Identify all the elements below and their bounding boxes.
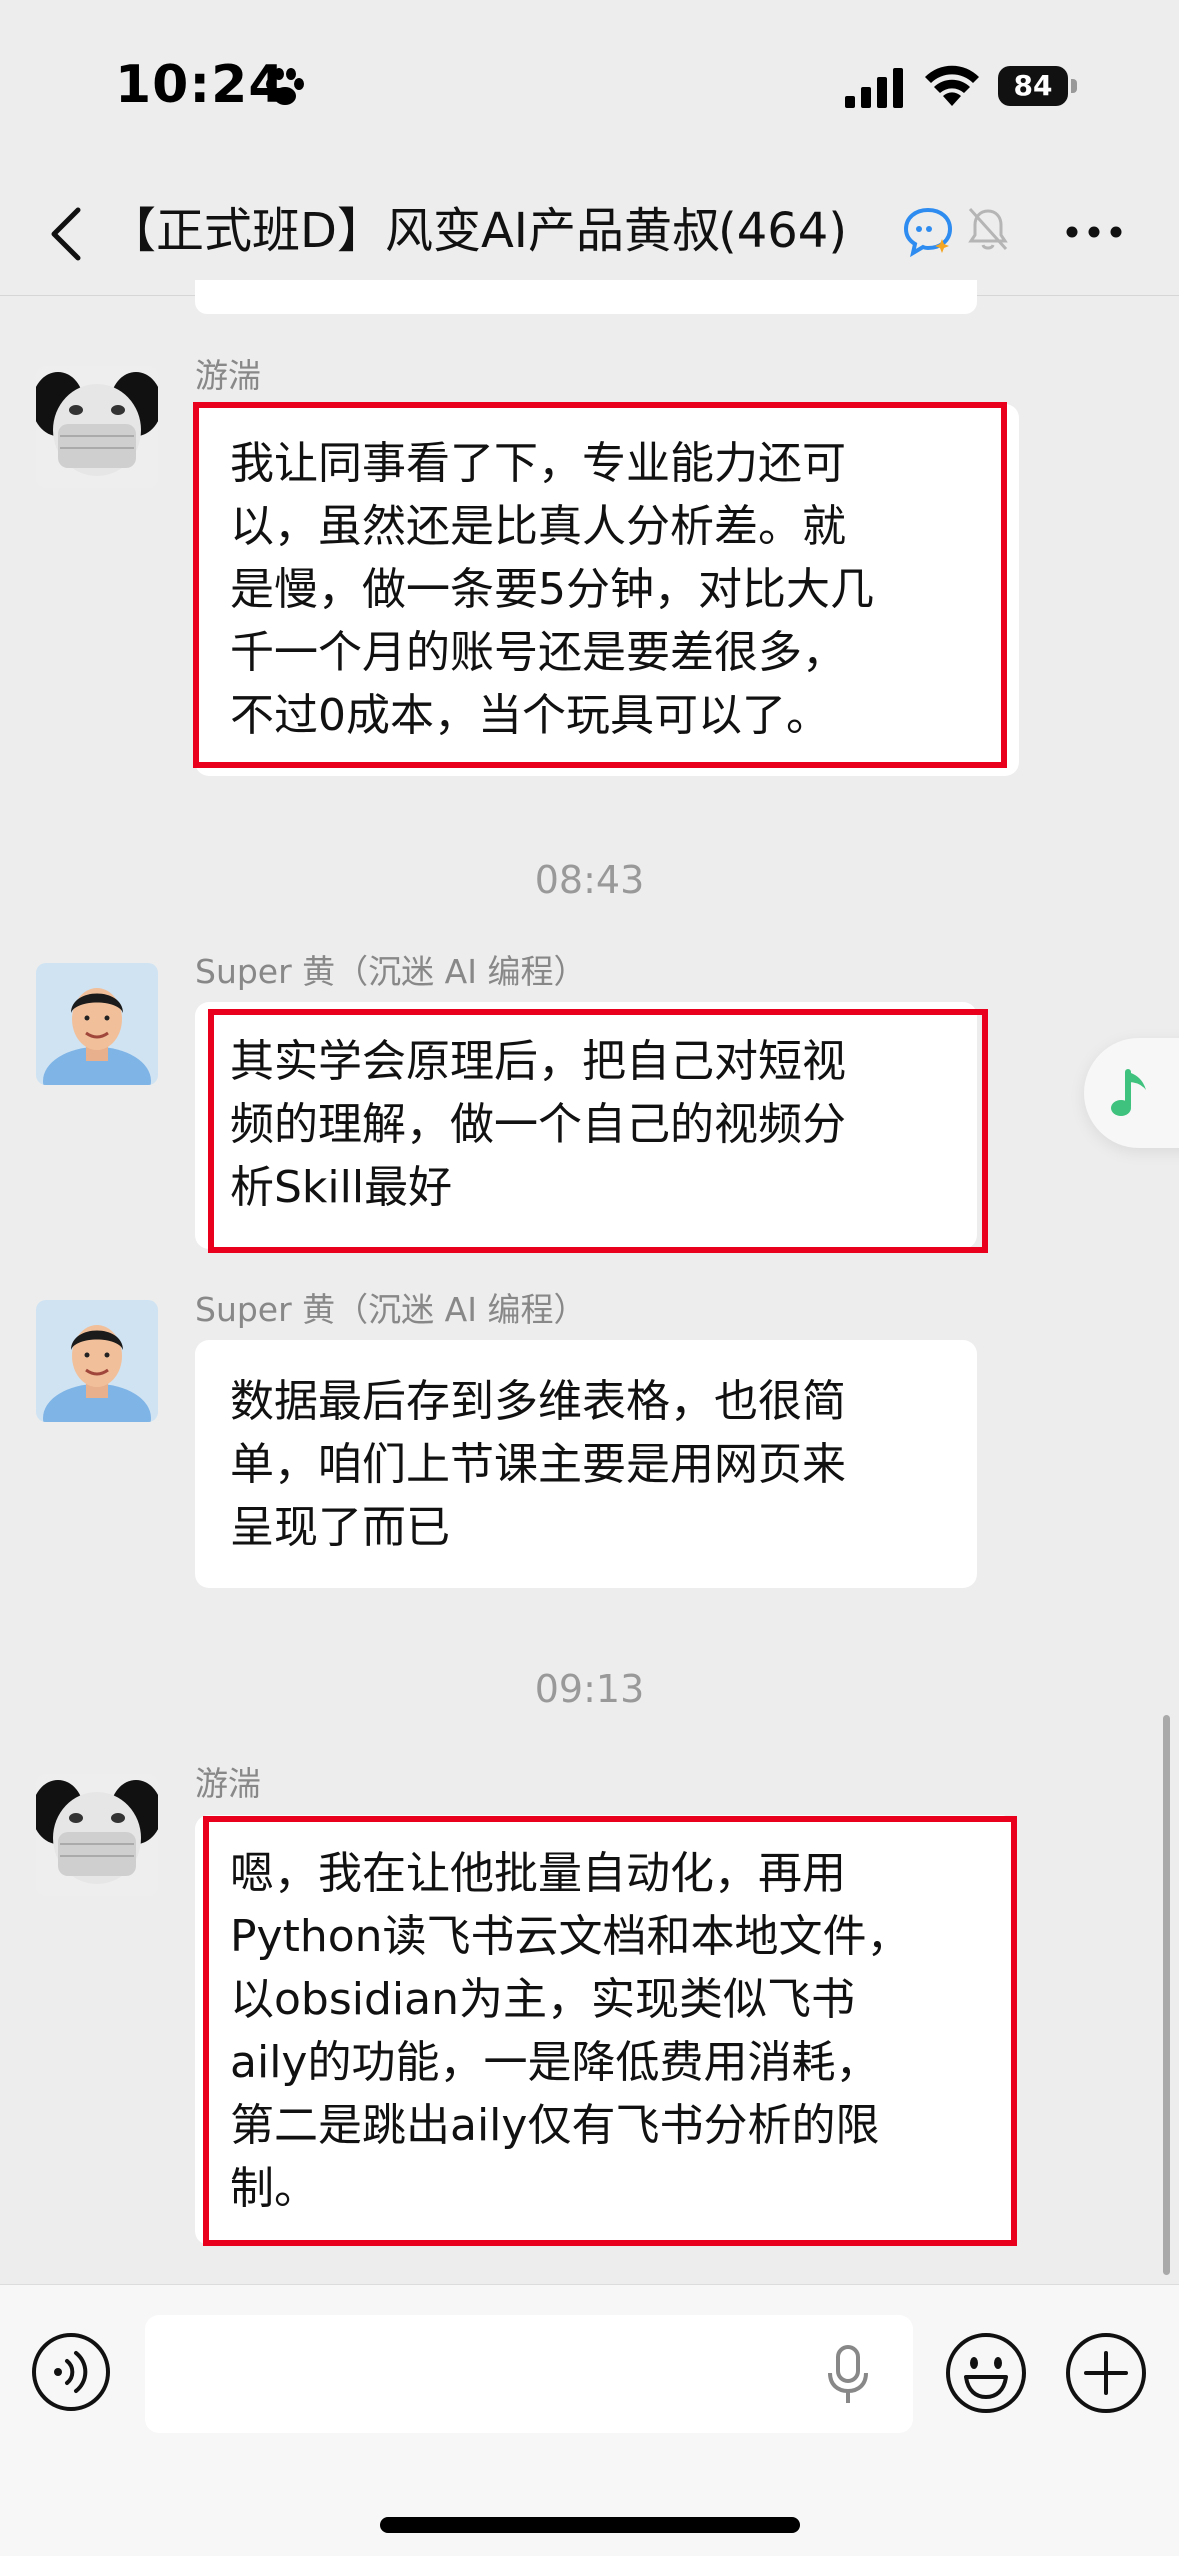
avatar[interactable]	[36, 1300, 158, 1422]
ai-chat-bubble-icon[interactable]	[902, 205, 954, 257]
previous-message-bubble	[195, 280, 977, 314]
member-count: (464)	[718, 203, 848, 259]
plus-icon[interactable]	[1064, 2331, 1148, 2415]
input-bar	[0, 2284, 1179, 2556]
chat-nav-bar: 【正式班D】风变AI产品黄叔 (464)	[0, 170, 1179, 296]
status-time: 10:24	[115, 55, 286, 115]
message-line: 单，咱们上节课主要是用网页来	[230, 1439, 846, 1490]
message-line: 数据最后存到多维表格，也很简	[230, 1376, 846, 1427]
bell-muted-icon	[968, 207, 1008, 251]
message-text: 数据最后存到多维表格，也很简 单，咱们上节课主要是用网页来 呈现了而已	[230, 1370, 846, 1559]
music-note-icon	[1111, 1069, 1146, 1116]
floating-music-button[interactable]	[1084, 1038, 1179, 1148]
highlight-box	[208, 1009, 988, 1253]
highlight-box	[203, 1816, 1017, 2246]
home-indicator	[380, 2517, 800, 2533]
signal-icon	[845, 68, 903, 108]
paw-icon	[266, 68, 304, 105]
timestamp-divider: 09:13	[534, 1667, 645, 1711]
battery-icon: 84	[998, 66, 1078, 106]
sender-name: 游湍	[195, 356, 261, 395]
avatar[interactable]	[36, 963, 158, 1085]
voice-icon[interactable]	[30, 2331, 112, 2413]
scrollbar[interactable]	[1163, 1715, 1170, 2275]
battery-cap	[1071, 79, 1077, 93]
battery-level: 84	[998, 66, 1068, 106]
sender-name: 游湍	[195, 1764, 261, 1803]
avatar[interactable]	[36, 1774, 158, 1896]
sender-name: Super 黄（沉迷 AI 编程）	[195, 952, 587, 991]
timestamp-divider: 08:43	[534, 858, 645, 902]
status-bar: 10:24 84	[0, 0, 1179, 170]
emoji-icon[interactable]	[944, 2331, 1028, 2415]
wifi-icon	[925, 65, 979, 106]
sender-name: Super 黄（沉迷 AI 编程）	[195, 1290, 587, 1329]
more-dots-icon[interactable]	[1064, 220, 1124, 244]
message-line: 呈现了而已	[230, 1502, 450, 1553]
chevron-left-icon[interactable]	[44, 206, 88, 262]
message-input[interactable]	[145, 2315, 913, 2433]
avatar[interactable]	[36, 366, 158, 488]
microphone-icon[interactable]	[822, 2343, 874, 2407]
highlight-box	[193, 402, 1007, 768]
